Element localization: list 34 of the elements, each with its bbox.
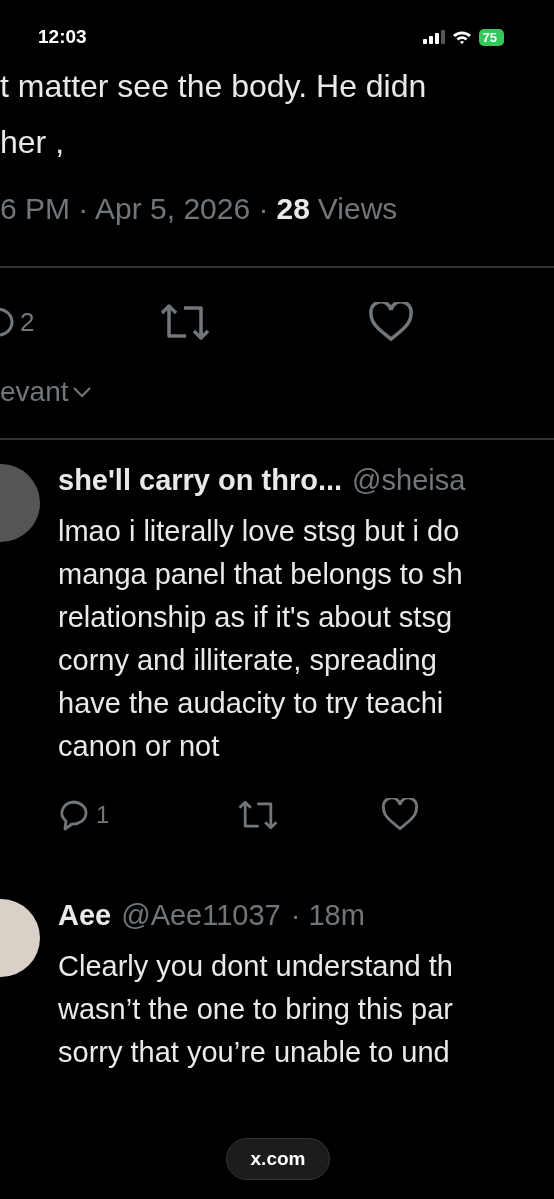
reply-text: sorry that you’re unable to und xyxy=(58,1035,451,1070)
caret-icon xyxy=(71,386,92,398)
signal-icon xyxy=(422,30,445,44)
reply-text: have the audacity to try teachi xyxy=(58,686,445,721)
reply-count: 1 xyxy=(96,800,110,829)
wifi-icon xyxy=(451,29,472,45)
post-text: t matter see the body. He didn xyxy=(0,67,428,106)
sort-dropdown[interactable]: evant xyxy=(0,362,554,440)
author-name[interactable]: she'll carry on thro... xyxy=(58,464,343,497)
status-time: 12:03 xyxy=(38,26,87,48)
reply-text: corny and illiterate, spreading xyxy=(58,643,438,678)
like-icon[interactable] xyxy=(381,798,419,831)
like-icon[interactable] xyxy=(368,302,414,342)
url-bar[interactable]: x.com xyxy=(226,1138,330,1180)
reply-count: 2 xyxy=(20,306,35,338)
view-count: 28 xyxy=(276,192,310,226)
repost-icon[interactable] xyxy=(238,798,278,831)
author-handle[interactable]: @Aee11037 xyxy=(121,899,281,932)
post-text: her , xyxy=(0,123,66,162)
views-label: Views xyxy=(317,192,398,226)
battery-level: 75 xyxy=(478,28,504,46)
author-handle[interactable]: @sheisa xyxy=(352,464,466,497)
author-name[interactable]: Aee xyxy=(58,899,112,932)
reply-text: canon or not xyxy=(58,729,221,764)
reply-text: manga panel that belongs to sh xyxy=(58,557,464,592)
post-timestamp: 6 PM · Apr 5, 2026 · xyxy=(0,192,269,226)
reply-text: lmao i literally love stsg but i do xyxy=(58,514,461,549)
reply-icon[interactable] xyxy=(58,798,90,831)
reply-text: wasn’t the one to bring this par xyxy=(58,992,453,1027)
repost-icon[interactable] xyxy=(160,303,210,341)
reply-text: relationship as if it's about stsg xyxy=(58,600,454,635)
post-time: · 18m xyxy=(290,899,365,932)
reply-text: Clearly you dont understand th xyxy=(58,949,453,984)
reply-icon[interactable] xyxy=(0,307,14,337)
